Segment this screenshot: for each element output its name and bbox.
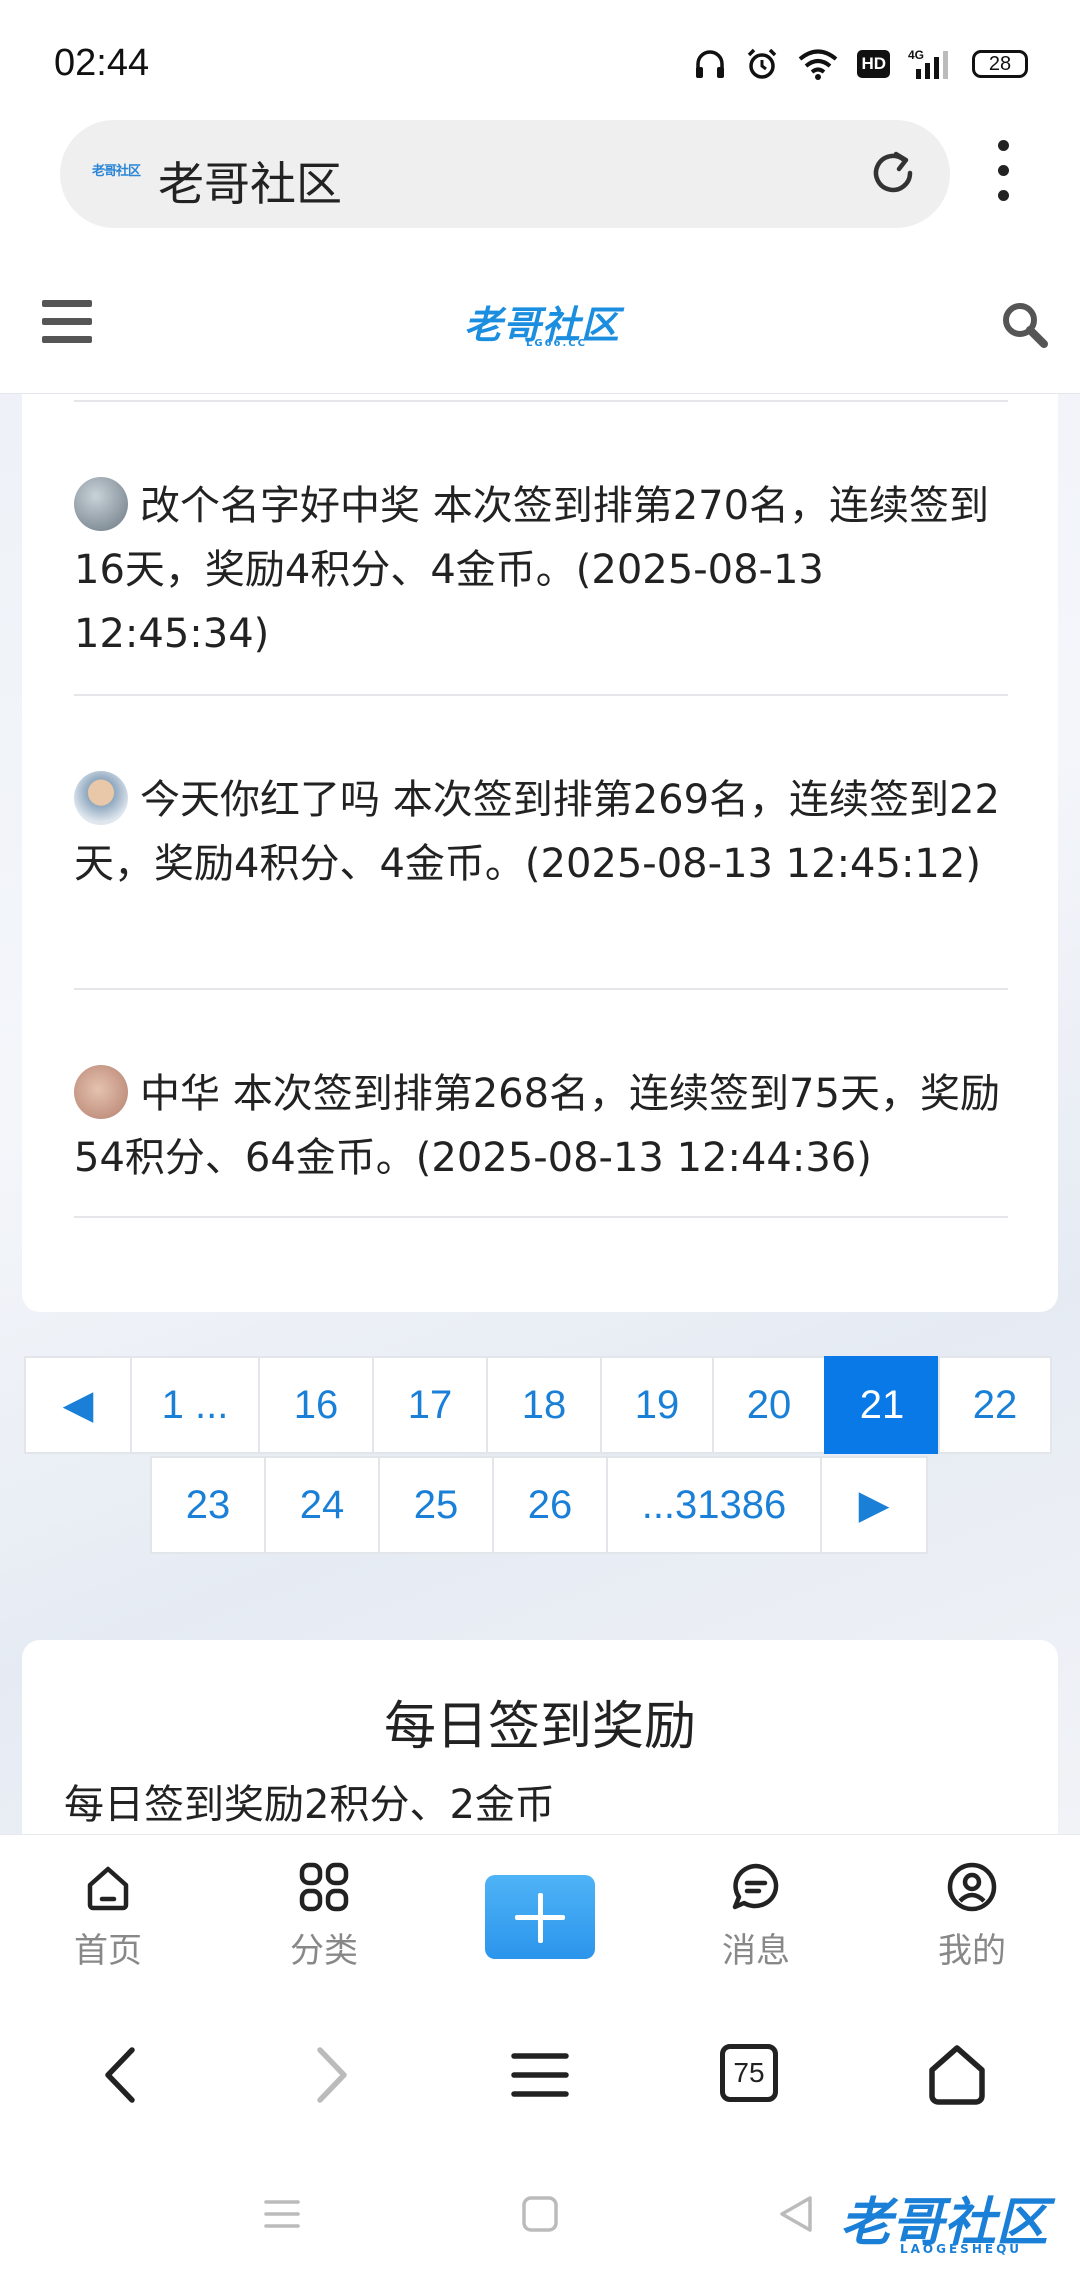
alarm-icon (748, 48, 777, 79)
list-item: 今天你红了吗 本次签到排第269名，连续签到22天，奖励4积分、4金币。(202… (74, 768, 1008, 896)
pagination-page[interactable]: 19 (600, 1356, 714, 1454)
back-icon[interactable] (96, 2042, 146, 2108)
address-bar[interactable]: 老哥社区 老哥社区 (60, 120, 950, 228)
forward-icon[interactable] (306, 2042, 356, 2108)
pagination-page[interactable]: 26 (492, 1456, 608, 1554)
site-logo[interactable]: 老哥社区 LG66.CC (464, 294, 620, 349)
pagination-page[interactable]: 1 ... (130, 1356, 260, 1454)
avatar[interactable] (74, 477, 128, 531)
add-post-button[interactable] (485, 1875, 595, 1959)
status-time: 02:44 (54, 42, 150, 84)
tabs-button[interactable]: 75 (720, 2044, 778, 2102)
entry-text: 改个名字好中奖 本次签到排第270名，连续签到16天，奖励4积分、4金币。(20… (74, 483, 990, 657)
status-icons: HD 4G 28 (693, 44, 1028, 84)
watermark-logo: 老哥社区 LAOGESHEQU (840, 2180, 1048, 2256)
pagination-page[interactable]: 18 (486, 1356, 602, 1454)
home-icon[interactable] (924, 2042, 990, 2108)
chat-icon (732, 1863, 779, 1910)
nav-messages[interactable]: 消息 (696, 1859, 816, 1972)
pagination-page[interactable]: 16 (258, 1356, 374, 1454)
nav-category-label: 分类 (290, 1931, 358, 1971)
nav-mine[interactable]: 我的 (912, 1859, 1032, 1972)
site-logo-sub: LG66.CC (526, 338, 587, 349)
system-home-icon[interactable] (520, 2194, 560, 2234)
user-icon (947, 1862, 997, 1912)
hd-badge: HD (857, 50, 890, 78)
nav-home[interactable]: 首页 (48, 1859, 168, 1972)
page-title[interactable]: 老哥社区 (158, 148, 342, 214)
pagination-page[interactable]: 24 (264, 1456, 380, 1554)
nav-messages-label: 消息 (722, 1931, 790, 1971)
pagination-last-page[interactable]: ...31386 (606, 1456, 822, 1554)
list-item: 中华 本次签到排第268名，连续签到75天，奖励54积分、64金币。(2025-… (74, 1062, 1008, 1190)
avatar[interactable] (74, 1065, 128, 1119)
reward-description: 每日签到奖励2积分、2金币 (64, 1782, 555, 1828)
divider (74, 694, 1008, 696)
nav-home-label: 首页 (74, 1931, 142, 1971)
divider (74, 988, 1008, 990)
search-icon[interactable] (1000, 300, 1050, 350)
recent-apps-icon[interactable] (262, 2194, 302, 2234)
svg-text:4G: 4G (908, 48, 924, 62)
grid-icon (299, 1862, 349, 1912)
menu-icon[interactable] (42, 300, 92, 344)
pagination-page[interactable]: 22 (938, 1356, 1052, 1454)
wifi-icon (799, 49, 838, 80)
entry-text: 中华 本次签到排第268名，连续签到75天，奖励54积分、64金币。(2025-… (74, 1071, 1000, 1181)
pagination-current-page[interactable]: 21 (824, 1356, 940, 1454)
site-header: 老哥社区 LG66.CC (0, 252, 1080, 394)
site-favicon: 老哥社区 (92, 164, 141, 179)
pagination-page[interactable]: 20 (712, 1356, 826, 1454)
nav-category[interactable]: 分类 (264, 1859, 384, 1972)
menu-icon[interactable] (510, 2042, 570, 2108)
battery-icon: 28 (972, 50, 1028, 78)
browser-menu-icon[interactable] (988, 140, 1018, 208)
watermark-sub: LAOGESHEQU (900, 2242, 1023, 2256)
pagination-page[interactable]: 25 (378, 1456, 494, 1554)
avatar[interactable] (74, 771, 128, 825)
headphones-icon (696, 50, 725, 78)
system-back-icon[interactable] (776, 2194, 816, 2234)
pagination-prev[interactable]: ◀ (24, 1356, 132, 1454)
signal-icon: 4G (908, 48, 948, 79)
browser-toolbar: 75 (0, 2000, 1080, 2150)
reward-title: 每日签到奖励 (383, 1697, 696, 1757)
divider (74, 400, 1008, 402)
pagination-next[interactable]: ▶ (820, 1456, 928, 1554)
home-icon (87, 1866, 129, 1911)
list-item: 改个名字好中奖 本次签到排第270名，连续签到16天，奖励4积分、4金币。(20… (74, 474, 1008, 666)
pagination-page[interactable]: 23 (150, 1456, 266, 1554)
status-bar: 02:44 HD 4G 28 (0, 0, 1080, 120)
pagination-row-1: ◀ 1 ... 16 17 18 19 20 21 22 (24, 1356, 1052, 1454)
divider (74, 1216, 1008, 1218)
pagination-row-2: 23 24 25 26 ...31386 ▶ (150, 1456, 928, 1554)
pagination-page[interactable]: 17 (372, 1356, 488, 1454)
site-bottom-nav: 首页 分类 消息 我的 (0, 1834, 1080, 2000)
nav-mine-label: 我的 (938, 1931, 1006, 1971)
entry-text: 今天你红了吗 本次签到排第269名，连续签到22天，奖励4积分、4金币。(202… (74, 777, 1000, 887)
reload-icon[interactable] (866, 146, 920, 200)
